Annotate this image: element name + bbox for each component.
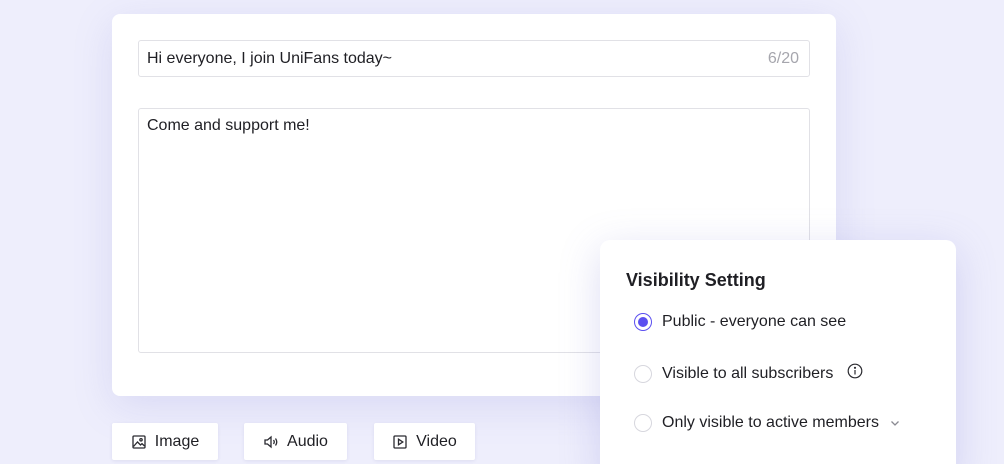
add-video-button[interactable]: Video [374, 423, 475, 460]
radio-subscribers[interactable] [634, 365, 652, 383]
character-counter: 6/20 [767, 49, 799, 67]
body-textarea-value[interactable]: Come and support me! [147, 117, 801, 135]
visibility-settings-panel: Visibility Setting Public - everyone can… [600, 240, 956, 464]
visibility-option-active-members-label: Only visible to active members [662, 414, 879, 431]
add-audio-button[interactable]: Audio [244, 423, 347, 460]
add-image-label: Image [154, 432, 200, 450]
chevron-down-icon[interactable] [889, 417, 901, 429]
audio-icon [263, 434, 279, 450]
title-input[interactable]: Hi everyone, I join UniFans today~ 6/20 [138, 40, 810, 77]
visibility-option-subscribers[interactable]: Visible to all subscribers [634, 363, 863, 383]
add-video-label: Video [416, 432, 457, 450]
visibility-option-subscribers-label: Visible to all subscribers [662, 365, 834, 382]
video-icon [392, 434, 408, 450]
image-icon [131, 434, 147, 450]
add-image-button[interactable]: Image [112, 423, 218, 460]
info-icon[interactable] [847, 363, 863, 379]
visibility-option-active-members[interactable]: Only visible to active members [634, 414, 901, 432]
title-input-value[interactable]: Hi everyone, I join UniFans today~ [147, 50, 768, 68]
add-audio-label: Audio [287, 432, 328, 450]
radio-public[interactable] [634, 313, 652, 331]
visibility-option-public-label: Public - everyone can see [662, 313, 847, 330]
visibility-title: Visibility Setting [626, 270, 766, 290]
radio-active-members[interactable] [634, 414, 652, 432]
visibility-option-public[interactable]: Public - everyone can see [634, 313, 846, 331]
